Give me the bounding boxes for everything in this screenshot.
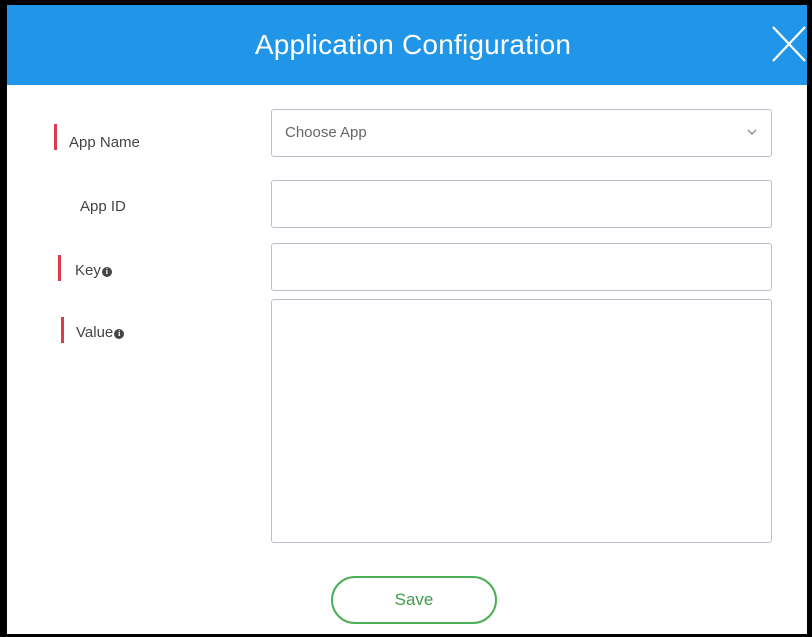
info-icon[interactable]: i (101, 267, 112, 277)
close-button[interactable] (769, 23, 807, 65)
info-icon[interactable]: i (114, 329, 125, 339)
save-button[interactable]: Save (331, 576, 497, 624)
required-marker (61, 317, 64, 343)
dialog-header: Application Configuration (7, 5, 807, 85)
app-id-label: App ID (80, 198, 126, 215)
application-configuration-dialog: Application Configuration App Name Choos… (0, 0, 812, 637)
app-name-selected-value: Choose App (285, 124, 367, 141)
required-marker (58, 255, 61, 281)
key-label-group: Key i (75, 262, 112, 279)
value-label: Value (76, 324, 114, 341)
chevron-down-icon (747, 129, 757, 135)
close-icon (772, 26, 806, 62)
app-name-label: App Name (69, 134, 140, 151)
app-id-input[interactable] (271, 180, 772, 228)
key-input[interactable] (271, 243, 772, 291)
value-textarea[interactable] (271, 299, 772, 543)
dialog-title: Application Configuration (254, 29, 572, 60)
required-marker (54, 124, 57, 150)
key-label: Key (75, 262, 101, 279)
app-name-select[interactable]: Choose App (271, 109, 772, 157)
value-label-group: Value i (76, 324, 125, 341)
